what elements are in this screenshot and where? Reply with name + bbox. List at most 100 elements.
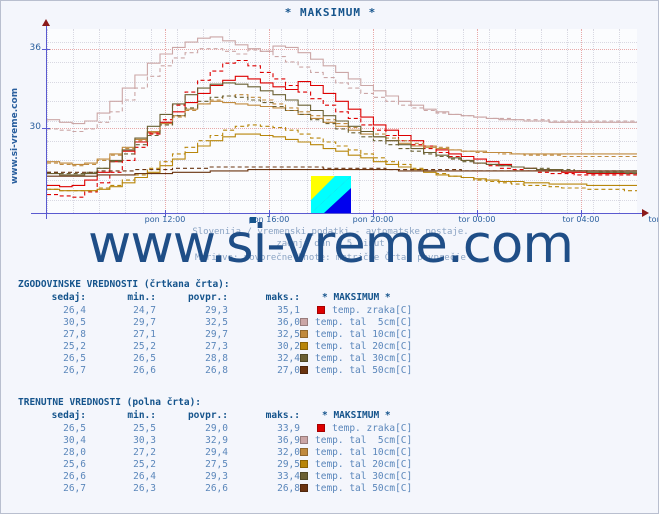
- cell-sedaj: 26,7: [63, 482, 86, 494]
- table-row: 26,6 26,4 29,3 33,4 temp. tal 30cm[C]: [18, 470, 412, 482]
- legend-color-swatch: [317, 305, 326, 314]
- y-axis-label: 36: [29, 42, 41, 53]
- table-row: 26,5 25,5 29,0 33,9 temp. zraka[C]: [18, 422, 412, 434]
- cell-povpr: 32,5: [205, 316, 228, 328]
- cell-min: 25,2: [133, 458, 156, 470]
- legend-color-swatch: [300, 483, 308, 492]
- cell-sedaj: 26,6: [63, 470, 86, 482]
- legend-entry: temp. tal 20cm[C]: [300, 458, 412, 470]
- legend-entry: temp. tal 5cm[C]: [300, 434, 412, 446]
- legend-color-swatch: [300, 471, 308, 480]
- legend-entry: temp. zraka[C]: [300, 422, 412, 434]
- cell-povpr: 27,5: [205, 458, 228, 470]
- table-row: 28,0 27,2 29,4 32,0 temp. tal 10cm[C]: [18, 446, 412, 458]
- cell-min: 25,2: [133, 340, 156, 352]
- series-line: [47, 48, 637, 133]
- header-maks: maks.:: [265, 410, 300, 421]
- cell-maks: 27,0: [277, 364, 300, 376]
- legend-color-swatch: [300, 353, 308, 362]
- legend-color-swatch: [300, 447, 308, 456]
- historical-values-block: ZGODOVINSKE VREDNOSTI (črtkana črta): se…: [18, 279, 412, 376]
- cell-maks: 32,0: [277, 446, 300, 458]
- legend-color-swatch: [300, 365, 308, 374]
- x-axis-label: pon 16:00: [248, 215, 290, 224]
- header-legend: * MAKSIMUM *: [322, 292, 391, 303]
- table-row: 25,2 25,2 27,3 30,2 temp. tal 20cm[C]: [18, 340, 412, 352]
- cell-povpr: 28,8: [205, 352, 228, 364]
- cell-maks: 36,0: [277, 316, 300, 328]
- table-row: 30,5 29,7 32,5 36,0 temp. tal 5cm[C]: [18, 316, 412, 328]
- cell-maks: 33,4: [277, 470, 300, 482]
- header-sedaj: sedaj:: [51, 410, 86, 421]
- historical-caption: ZGODOVINSKE VREDNOSTI (črtkana črta):: [18, 279, 230, 290]
- cell-min: 30,3: [133, 434, 156, 446]
- cell-povpr: 32,9: [205, 434, 228, 446]
- cell-sedaj: 28,0: [63, 446, 86, 458]
- table-row: 26,4 24,7 29,3 35,1 temp. zraka[C]: [18, 304, 412, 316]
- historical-table: sedaj: min.: povpr.: maks.: * MAKSIMUM *…: [18, 292, 413, 376]
- x-axis-label: tor 08:00: [648, 215, 659, 224]
- chart-page: * MAKSIMUM * www.si-vreme.com 30 36 pon 1…: [0, 0, 659, 514]
- cell-min: 27,1: [133, 328, 156, 340]
- legend-entry: temp. tal 30cm[C]: [300, 470, 412, 482]
- subtitle-line-2: zadnji dan / 5 minut: [276, 239, 385, 249]
- cell-sedaj: 25,6: [63, 458, 86, 470]
- cell-min: 27,2: [133, 446, 156, 458]
- y-axis-tick: [42, 127, 50, 129]
- header-sedaj: sedaj:: [51, 292, 86, 303]
- table-row: 25,6 25,2 27,5 29,5 temp. tal 20cm[C]: [18, 458, 412, 470]
- cell-povpr: 29,3: [205, 304, 228, 316]
- legend-color-swatch: [300, 341, 308, 350]
- cell-min: 29,7: [133, 316, 156, 328]
- cell-sedaj: 26,5: [63, 352, 86, 364]
- current-table: sedaj: min.: povpr.: maks.: * MAKSIMUM *…: [18, 410, 413, 494]
- cell-maks: 32,5: [277, 328, 300, 340]
- legend-label: temp. tal 10cm[C]: [315, 328, 413, 340]
- legend-label: temp. tal 50cm[C]: [315, 482, 413, 494]
- table-row: 27,8 27,1 29,7 32,5 temp. tal 10cm[C]: [18, 328, 412, 340]
- cell-povpr: 27,3: [205, 340, 228, 352]
- legend-entry: temp. tal 20cm[C]: [300, 340, 412, 352]
- x-axis-label: pon 12:00: [144, 215, 186, 224]
- x-axis-label: tor 00:00: [458, 215, 496, 224]
- series-line: [47, 36, 637, 125]
- cell-maks: 36,9: [277, 434, 300, 446]
- cell-povpr: 29,7: [205, 328, 228, 340]
- series-line: [47, 95, 637, 175]
- table-row: 26,5 26,5 28,8 32,4 temp. tal 30cm[C]: [18, 352, 412, 364]
- header-min: min.:: [127, 410, 156, 421]
- legend-entry: temp. tal 30cm[C]: [300, 352, 412, 364]
- cell-maks: 35,1: [277, 304, 300, 316]
- cell-maks: 32,4: [277, 352, 300, 364]
- header-legend: * MAKSIMUM *: [322, 410, 391, 421]
- cell-min: 25,5: [133, 422, 156, 434]
- legend-color-swatch: [300, 329, 308, 338]
- cell-povpr: 29,0: [205, 422, 228, 434]
- legend-label: temp. tal 30cm[C]: [315, 470, 413, 482]
- legend-label: temp. tal 10cm[C]: [315, 446, 413, 458]
- cell-sedaj: 26,4: [63, 304, 86, 316]
- legend-entry: temp. tal 50cm[C]: [300, 482, 412, 494]
- cell-min: 26,6: [133, 364, 156, 376]
- cell-min: 26,4: [133, 470, 156, 482]
- cell-maks: 26,8: [277, 482, 300, 494]
- legend-color-swatch: [300, 459, 308, 468]
- table-header-row: sedaj: min.: povpr.: maks.: * MAKSIMUM *: [18, 292, 412, 304]
- cell-povpr: 26,8: [205, 364, 228, 376]
- x-axis-label: pon 20:00: [352, 215, 394, 224]
- legend-label: temp. tal 5cm[C]: [315, 316, 413, 328]
- legend-entry: temp. tal 50cm[C]: [300, 364, 412, 376]
- subtitle-line-1: Slovenija / vremenski podatki - avtomats…: [192, 227, 469, 237]
- legend-label: temp. tal 30cm[C]: [315, 352, 413, 364]
- legend-label: temp. tal 5cm[C]: [315, 434, 413, 446]
- cell-sedaj: 27,8: [63, 328, 86, 340]
- table-header-row: sedaj: min.: povpr.: maks.: * MAKSIMUM *: [18, 410, 412, 422]
- header-maks: maks.:: [265, 292, 300, 303]
- x-axis: [31, 213, 646, 214]
- x-axis-label: tor 04:00: [562, 215, 600, 224]
- legend-label: temp. zraka[C]: [332, 304, 413, 316]
- legend-label: temp. zraka[C]: [332, 422, 413, 434]
- series-line: [47, 94, 637, 167]
- legend-color-swatch: [317, 423, 326, 432]
- axis-marker-square: [250, 217, 256, 223]
